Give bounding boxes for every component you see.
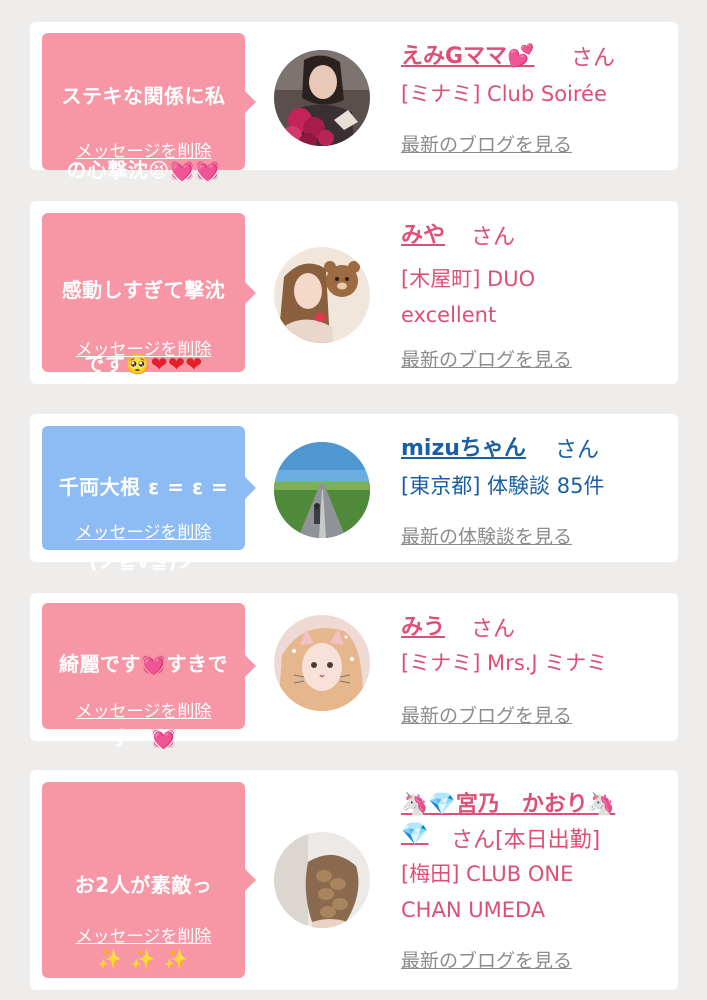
latest-review-link[interactable]: 最新の体験談を見る [401, 522, 572, 549]
message-text: 綺麗です💓すきで すー💓 [59, 652, 228, 750]
latest-blog-link[interactable]: 最新のブログを見る [401, 130, 572, 157]
shop-location: [東京都] 体験談 85件 [401, 474, 605, 498]
sender-name[interactable]: えみGママ💕 [401, 38, 534, 70]
shop-location-line2: CHAN UMEDA [401, 898, 546, 922]
avatar[interactable] [274, 442, 370, 538]
woman-with-flowers-photo-icon [274, 50, 370, 146]
sparkles-emoji: ✨ [97, 947, 124, 971]
sender-info: 🦄💎宮乃 かおり🦄 💎 さん[本日出勤] [梅田] CLUB ONE CHAN … [401, 780, 669, 980]
unicorn-emoji: 🦄 [401, 792, 429, 817]
avatar[interactable] [274, 247, 370, 343]
message-card: 綺麗です💓すきで すー💓 メッセージを削除 みう さん [ミナミ] Mrs.J … [30, 593, 678, 750]
two-hearts-emoji: 💕 [507, 44, 535, 69]
message-text: ステキな関係に私 の心撃沈😫💓💓 [61, 84, 226, 182]
delete-message-link[interactable]: メッセージを削除 [42, 697, 245, 722]
shop-location: [ミナミ] Club Soirée [401, 82, 607, 106]
sender-info: みう さん [ミナミ] Mrs.J ミナミ 最新のブログを見る [401, 603, 669, 733]
delete-message-link[interactable]: メッセージを削除 [42, 922, 245, 947]
gem-emoji: 💎 [428, 792, 456, 817]
shop-location: [梅田] CLUB ONE [401, 862, 574, 886]
woman-with-cat-filter-photo-icon [274, 615, 370, 711]
gem-emoji: 💎 [401, 822, 429, 847]
message-card: お2人が素敵っ ✨ ✨ ✨ メッセージを削除 🦄💎宮乃 かおり🦄 💎 さん[本日… [30, 770, 678, 990]
sender-info: mizuちゃん さん [東京都] 体験談 85件 最新の体験談を見る [401, 424, 669, 554]
avatar[interactable] [274, 832, 370, 928]
honorific: さん [571, 46, 616, 71]
sparkles-emoji: ✨ [130, 947, 157, 971]
shop-location: [ミナミ] Mrs.J ミナミ [401, 651, 608, 675]
delete-message-link[interactable]: メッセージを削除 [42, 335, 245, 360]
message-bubble: ステキな関係に私 の心撃沈😫💓💓 メッセージを削除 [42, 33, 256, 182]
sender-name[interactable]: 🦄💎宮乃 かおり🦄 [401, 786, 615, 818]
latest-blog-link[interactable]: 最新のブログを見る [401, 345, 572, 372]
sender-name[interactable]: みう [401, 609, 445, 641]
sender-name[interactable]: みや [401, 217, 445, 249]
unicorn-emoji: 🦄 [587, 792, 616, 817]
shop-location-line2: excellent [401, 303, 497, 327]
message-text: 感動しすぎて撃沈 です🥺❤❤❤ [61, 278, 226, 376]
heart-emoji: 💓 [141, 652, 167, 676]
sender-name[interactable]: mizuちゃん [401, 430, 526, 462]
avatar[interactable] [274, 50, 370, 146]
shop-location: [木屋町] DUO [401, 267, 536, 291]
honorific: さん [471, 617, 516, 642]
message-card: 感動しすぎて撃沈 です🥺❤❤❤ メッセージを削除 みや さん [木屋町] DUO… [30, 201, 678, 384]
message-text: 千両大根 ε = ε = (ノ≧∇≦)ノ [58, 475, 229, 573]
woman-with-bear-sticker-photo-icon [274, 247, 370, 343]
sender-info: えみGママ💕 さん [ミナミ] Club Soirée 最新のブログを見る [401, 32, 669, 162]
latest-blog-link[interactable]: 最新のブログを見る [401, 946, 572, 973]
message-card: ステキな関係に私 の心撃沈😫💓💓 メッセージを削除 えみGママ💕 さん [ミナミ… [30, 22, 678, 182]
sparkles-emoji: ✨ [163, 947, 190, 971]
message-bubble: 感動しすぎて撃沈 です🥺❤❤❤ メッセージを削除 [42, 213, 256, 376]
sender-info: みや さん [木屋町] DUO excellent 最新のブログを見る [401, 211, 669, 376]
message-bubble: 綺麗です💓すきで すー💓 メッセージを削除 [42, 603, 256, 750]
braided-hair-photo-icon [274, 832, 370, 928]
delete-message-link[interactable]: メッセージを削除 [42, 137, 245, 162]
heart-emoji: 💓 [151, 726, 177, 750]
message-list: ステキな関係に私 の心撃沈😫💓💓 メッセージを削除 えみGママ💕 さん [ミナミ… [0, 0, 707, 1000]
latest-blog-link[interactable]: 最新のブログを見る [401, 701, 572, 728]
delete-message-link[interactable]: メッセージを削除 [42, 518, 245, 543]
road-landscape-photo-icon [274, 442, 370, 538]
message-bubble: お2人が素敵っ ✨ ✨ ✨ メッセージを削除 [42, 782, 256, 978]
message-card: 千両大根 ε = ε = (ノ≧∇≦)ノ メッセージを削除 mizuちゃん さん… [30, 414, 678, 573]
message-bubble: 千両大根 ε = ε = (ノ≧∇≦)ノ メッセージを削除 [42, 426, 256, 573]
message-text: お2人が素敵っ ✨ ✨ ✨ [74, 873, 213, 971]
avatar[interactable] [274, 615, 370, 711]
sender-name-continued[interactable]: 💎 [401, 822, 428, 847]
honorific: さん [471, 225, 516, 250]
honorific: さん [555, 438, 600, 463]
honorific: さん[本日出勤] [451, 828, 601, 853]
